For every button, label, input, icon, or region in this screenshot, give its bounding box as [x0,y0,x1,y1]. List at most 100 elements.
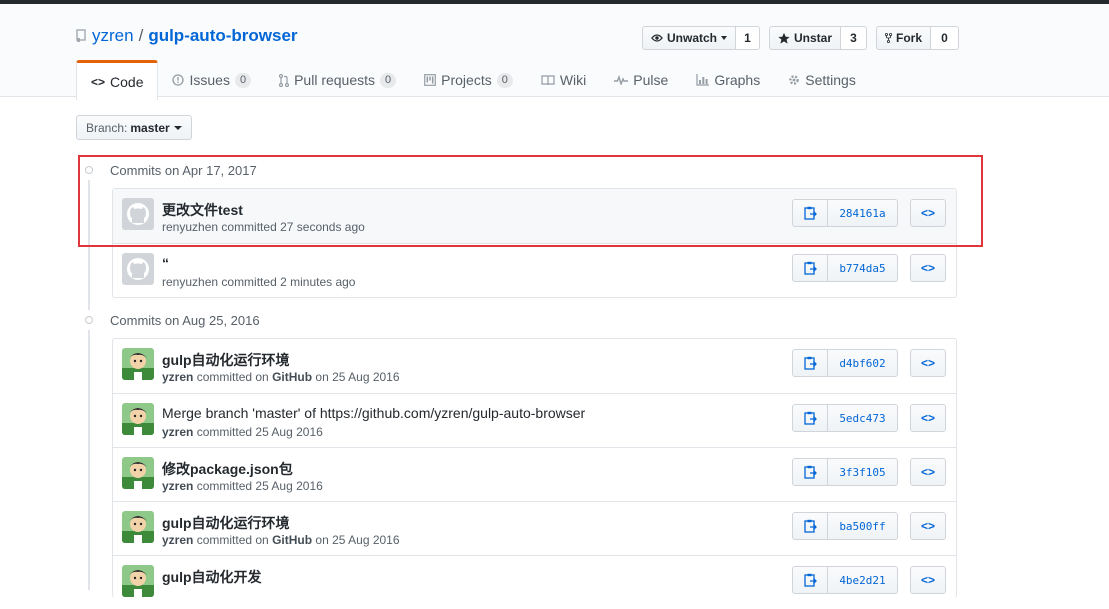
browse-tree-button[interactable]: <> [910,512,946,540]
fork-group: Fork 0 [876,26,959,50]
chevron-down-icon [721,36,727,40]
commit-author[interactable]: yzren [162,533,193,547]
commit-sha[interactable]: ba500ff [828,512,898,540]
code-icon: <> [920,465,935,479]
browse-tree-button[interactable]: <> [910,566,946,594]
clippy-icon [803,206,817,220]
pull-requests-counter: 0 [380,72,397,88]
copy-sha-button[interactable] [792,458,828,486]
commit-time: 25 Aug 2016 [332,533,400,547]
commit-group-date: Commits on Apr 17, 2017 [110,162,257,178]
branch-select-button[interactable]: Branch: master [76,115,192,140]
commit-sha[interactable]: b774da5 [828,254,898,282]
browse-tree-button[interactable]: <> [910,404,946,432]
commit-sha[interactable]: 284161a [828,199,898,227]
commit-author[interactable]: renyuzhen [162,275,218,289]
forks-count[interactable]: 0 [931,26,959,50]
commit-row: Merge branch 'master' of https://github.… [113,393,956,447]
avatar[interactable] [122,253,154,285]
copy-sha-button[interactable] [792,404,828,432]
commit-links: 4be2d21 <> [792,566,946,594]
browse-tree-button[interactable]: <> [910,254,946,282]
commit-author[interactable]: yzren [162,479,193,493]
avatar[interactable] [122,198,154,230]
commit-message[interactable]: gulp自动化运行环境 [162,350,290,370]
fork-label: Fork [895,31,922,45]
browse-tree-button[interactable]: <> [910,199,946,227]
commit-message[interactable]: gulp自动化运行环境 [162,513,290,533]
tab-code-label: Code [110,73,144,90]
copy-sha-button[interactable] [792,349,828,377]
commit-group-date: Commits on Aug 25, 2016 [110,312,260,328]
fork-button[interactable]: Fork [876,26,931,50]
commit-sha[interactable]: 4be2d21 [828,566,898,594]
code-icon: <> [920,519,935,533]
commit-message[interactable]: Merge branch 'master' of https://github.… [162,405,585,421]
copy-sha-button[interactable] [792,566,828,594]
repo-header: yzren / gulp-auto-browser Unwatch 1 Unst… [0,4,1109,100]
commit-message[interactable]: gulp自动化开发 [162,567,262,587]
avatar[interactable] [122,457,154,489]
stargazers-count[interactable]: 3 [841,26,867,50]
commit-author[interactable]: renyuzhen [162,220,218,234]
avatar[interactable] [122,348,154,380]
unwatch-button[interactable]: Unwatch [642,26,736,50]
commit-message[interactable]: 更改文件test [162,200,243,220]
git-commit-icon [82,313,96,327]
commit-verb: committed on [196,370,269,384]
avatar[interactable] [122,511,154,543]
repo-icon [76,29,86,42]
commit-row: 修改package.json包 yzren committed 25 Aug 2… [113,447,956,501]
copy-sha-button[interactable] [792,512,828,540]
copy-sha-button[interactable] [792,199,828,227]
code-icon: <> [920,573,935,587]
avatar[interactable] [122,565,154,597]
code-icon: <> [920,261,935,275]
tab-wiki[interactable]: Wiki [527,61,600,99]
commit-time: 25 Aug 2016 [255,479,323,493]
watchers-count[interactable]: 1 [736,26,760,50]
commit-meta: renyuzhen committed 2 minutes ago [162,275,355,289]
tab-code[interactable]: <> Code [76,60,159,100]
branch-label: Branch: [86,120,128,135]
watch-group: Unwatch 1 [642,26,760,50]
commit-meta: yzren committed on GitHub on 25 Aug 2016 [162,533,400,547]
tab-graphs[interactable]: Graphs [682,61,774,99]
browse-tree-button[interactable]: <> [910,349,946,377]
star-icon [778,32,790,44]
book-icon [541,74,555,85]
commit-sha[interactable]: d4bf602 [828,349,898,377]
commit-list: gulp自动化运行环境 yzren committed on GitHub on… [112,338,957,598]
copy-sha-button[interactable] [792,254,828,282]
repo-name-link[interactable]: gulp-auto-browser [148,26,297,46]
clippy-icon [803,573,817,587]
commit-links: 3f3f105 <> [792,458,946,486]
avatar[interactable] [122,403,154,435]
unwatch-label: Unwatch [666,31,717,45]
commit-message[interactable]: 修改package.json包 [162,459,293,479]
commit-author[interactable]: yzren [162,425,193,439]
commit-author[interactable]: yzren [162,370,193,384]
commit-row: gulp自动化开发 4be2d21 <> [113,555,956,609]
tab-settings[interactable]: Settings [774,61,870,99]
commit-sha[interactable]: 3f3f105 [828,458,898,486]
projects-counter: 0 [496,72,513,88]
tab-issues[interactable]: Issues 0 [158,61,265,99]
branch-value: master [130,120,170,135]
browse-tree-button[interactable]: <> [910,458,946,486]
commit-time: 27 seconds ago [280,220,365,234]
commit-via: GitHub [272,370,313,384]
commit-sha[interactable]: 5edc473 [828,404,898,432]
tab-pull-requests[interactable]: Pull requests 0 [265,61,410,99]
commit-message[interactable]: “ [162,255,169,271]
commit-time: 25 Aug 2016 [332,370,400,384]
unstar-button[interactable]: Unstar [769,26,841,50]
tab-pulse[interactable]: Pulse [600,61,682,99]
repo-owner-link[interactable]: yzren [92,26,134,46]
sha-group: 284161a [792,199,898,227]
tab-graphs-label: Graphs [714,72,761,88]
commit-links: 284161a <> [792,199,946,227]
tab-projects[interactable]: Projects 0 [410,61,527,99]
commit-meta: yzren committed 25 Aug 2016 [162,479,323,493]
clippy-icon [803,356,817,370]
